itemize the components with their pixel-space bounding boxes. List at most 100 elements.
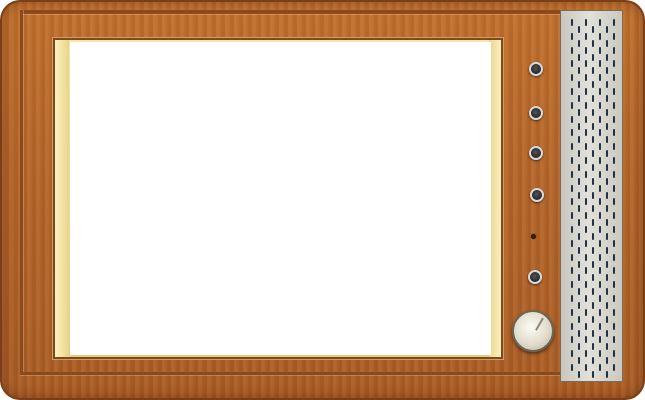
speaker-slot	[578, 219, 580, 227]
speaker-slot	[599, 350, 601, 358]
speaker-slot	[585, 364, 587, 371]
speaker-slot	[599, 198, 601, 206]
speaker-slot	[606, 274, 608, 282]
speaker-slot	[592, 274, 594, 282]
speaker-slot	[606, 370, 608, 378]
control-knob-3[interactable]	[529, 146, 543, 160]
speaker-slot	[606, 232, 608, 240]
speaker-slot	[578, 94, 580, 102]
speaker-slot	[592, 219, 594, 227]
speaker-slot	[613, 322, 615, 330]
speaker-slot	[571, 226, 573, 233]
speaker-slot	[571, 253, 573, 261]
speaker-slot	[592, 25, 594, 33]
speaker-slot	[606, 177, 608, 185]
speaker-slot	[606, 67, 608, 75]
speaker-slot	[578, 301, 580, 309]
speaker-slot	[592, 288, 594, 296]
speaker-slot	[606, 25, 608, 33]
speaker-slot	[599, 101, 601, 109]
speaker-slot	[585, 74, 587, 82]
speaker-slot	[578, 274, 580, 282]
speaker-slot	[606, 108, 608, 116]
speaker-slot	[578, 108, 580, 116]
speaker-slot	[592, 177, 594, 185]
speaker-slot	[578, 39, 580, 47]
speaker-slot	[592, 150, 594, 158]
speaker-slot	[585, 350, 587, 358]
speaker-slot	[599, 184, 601, 192]
speaker-slot	[585, 88, 587, 95]
speaker-slot	[599, 74, 601, 82]
speaker-slot	[571, 198, 573, 206]
speaker-slot	[613, 46, 615, 54]
speaker-slot	[571, 308, 573, 316]
speaker-slot	[571, 19, 573, 26]
speaker-slot	[599, 364, 601, 371]
speaker-slot	[571, 74, 573, 82]
speaker-slot	[599, 157, 601, 164]
speaker-slot	[613, 115, 615, 123]
speaker-slot	[606, 205, 608, 213]
speaker-slot	[585, 143, 587, 151]
speaker-slot	[606, 260, 608, 268]
control-knob-4[interactable]	[530, 188, 544, 202]
speaker-slot	[585, 267, 587, 275]
speaker-slot	[599, 308, 601, 316]
bezel-left-edge	[55, 40, 69, 357]
speaker-slot	[578, 246, 580, 254]
dial-mark	[535, 317, 544, 331]
speaker-slot	[585, 184, 587, 192]
speaker-slot	[592, 329, 594, 337]
speaker-slot	[606, 288, 608, 296]
speaker-slot	[599, 60, 601, 68]
speaker-slot	[578, 177, 580, 185]
speaker-slot	[599, 32, 601, 40]
control-knob-5[interactable]	[528, 270, 542, 284]
speaker-grille	[560, 10, 623, 382]
cabinet-groove-top	[20, 10, 560, 14]
speaker-slot	[592, 370, 594, 378]
speaker-slot	[571, 267, 573, 275]
speaker-slot	[571, 322, 573, 330]
speaker-slot	[571, 170, 573, 178]
speaker-slot	[585, 115, 587, 123]
speaker-slot	[578, 329, 580, 337]
control-knob-2[interactable]	[529, 106, 543, 120]
speaker-slot	[585, 129, 587, 137]
speaker-slot	[599, 88, 601, 95]
speaker-slot	[599, 336, 601, 344]
speaker-slot	[592, 67, 594, 75]
speaker-slot	[599, 19, 601, 26]
speaker-slot	[578, 205, 580, 213]
speaker-slot	[585, 157, 587, 164]
control-knob-1[interactable]	[529, 62, 543, 76]
speaker-slot	[585, 198, 587, 206]
channel-dial[interactable]	[512, 310, 554, 352]
speaker-slot	[613, 281, 615, 289]
speaker-slot	[571, 295, 573, 302]
speaker-slot	[613, 198, 615, 206]
speaker-slot	[606, 315, 608, 323]
speaker-slot	[592, 343, 594, 351]
speaker-slot	[578, 370, 580, 378]
speaker-slot	[592, 81, 594, 89]
tv-cabinet	[0, 0, 645, 400]
speaker-slot	[606, 122, 608, 130]
speaker-slot	[571, 129, 573, 137]
speaker-slot	[606, 136, 608, 144]
speaker-slot	[585, 226, 587, 233]
speaker-slot	[592, 108, 594, 116]
speaker-slot	[599, 267, 601, 275]
speaker-slot	[613, 88, 615, 95]
speaker-slot	[613, 239, 615, 247]
speaker-slot	[578, 343, 580, 351]
speaker-slot	[578, 357, 580, 365]
speaker-slot	[592, 53, 594, 61]
speaker-slot	[613, 143, 615, 151]
speaker-slot	[571, 184, 573, 192]
speaker-slot	[613, 226, 615, 233]
speaker-slot	[585, 46, 587, 54]
speaker-slot	[592, 205, 594, 213]
speaker-slot	[592, 94, 594, 102]
